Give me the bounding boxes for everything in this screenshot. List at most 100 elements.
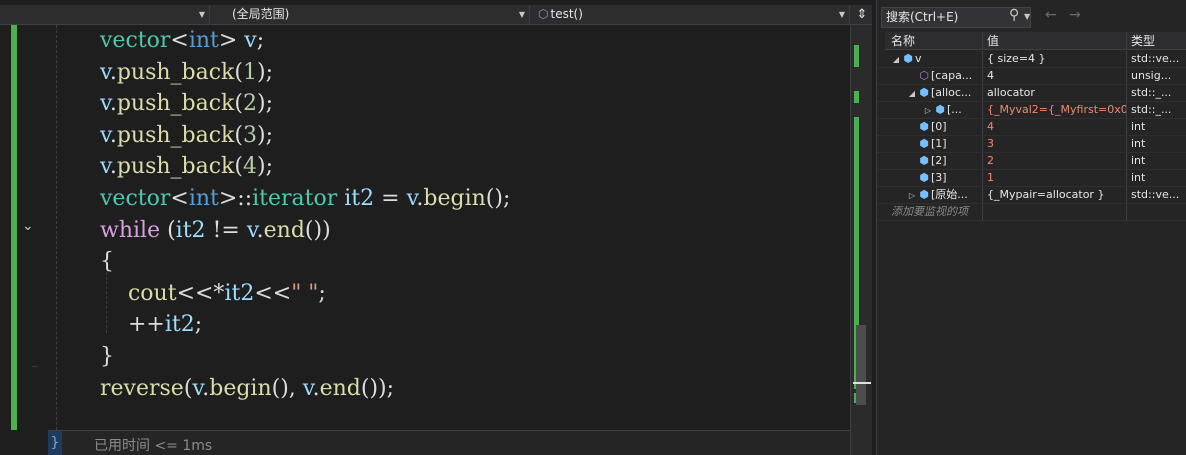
watch-name-cell: ⬡ [capa... (885, 68, 983, 84)
watch-row[interactable]: ⬢ [1] 3 int (877, 136, 1186, 153)
code-token: int (188, 186, 219, 211)
watch-type-cell: std::_... (1131, 103, 1172, 116)
code-line[interactable]: while (it2 != v.end()) (100, 215, 331, 246)
watch-value-cell[interactable]: {_Mypair=allocator } (983, 187, 1127, 203)
object-icon: ⬢ (903, 52, 913, 65)
member-dropdown[interactable]: ⬡ test() ▼ (532, 5, 850, 24)
scope-dropdown[interactable]: (全局范围) ▼ (212, 5, 530, 24)
code-line[interactable]: v.push_back(4); (100, 151, 273, 182)
chevron-down-icon[interactable]: ▼ (1024, 12, 1030, 21)
code-token: ; (256, 28, 265, 53)
indent-guide (56, 25, 57, 430)
code-token: . (109, 122, 117, 148)
code-token: cout (127, 280, 177, 306)
watch-value-cell[interactable]: 1 (983, 170, 1127, 186)
code-line[interactable]: } (100, 341, 114, 372)
code-editor[interactable]: ▼ (全局范围) ▼ ⬡ test() ▼ ⇕ ⌄ vector<int> v; v… (0, 0, 872, 455)
code-token: 2 (242, 91, 257, 117)
code-line[interactable]: { (100, 246, 114, 277)
code-token: . (109, 154, 117, 180)
fold-chevron-icon[interactable]: ⌄ (22, 218, 34, 234)
column-header-value[interactable]: 值 (983, 32, 1127, 50)
watch-value-cell[interactable]: { size=4 } (983, 51, 1127, 67)
code-token: v (100, 154, 110, 180)
object-icon: ⬢ (919, 86, 929, 99)
code-area[interactable]: vector<int> v; v.push_back(1); v.push_back… (56, 25, 850, 430)
code-token: ( (160, 217, 176, 243)
code-token: ; (194, 312, 203, 338)
code-token: v (244, 28, 257, 53)
watch-name-text: [0] (931, 120, 947, 133)
watch-value-cell[interactable]: allocator (983, 85, 1127, 101)
watch-row[interactable]: ⬢ [2] 2 int (877, 153, 1186, 170)
project-dropdown[interactable]: ▼ (0, 5, 210, 24)
watch-value-cell[interactable]: 4 (983, 119, 1127, 135)
column-header-type[interactable]: 类型 (1127, 32, 1186, 50)
code-token: = (374, 186, 407, 211)
watch-row[interactable]: ◢ ⬢ v{ size=4 } std::ve... (877, 51, 1186, 68)
watch-type-cell: int (1131, 171, 1146, 184)
code-line[interactable]: vector<int>::iterator it2 = v.begin(); (100, 183, 510, 214)
watch-row[interactable]: ◢ ⬢ [alloc... allocator std::_... (877, 85, 1186, 102)
editor-scrollbar[interactable] (850, 25, 872, 455)
object-icon: ⬢ (919, 154, 929, 167)
scrollbar-thumb[interactable] (856, 325, 866, 405)
watch-row[interactable]: ⬢ [3] 1 int (877, 170, 1186, 187)
object-icon: ⬢ (935, 103, 945, 116)
split-window-button[interactable]: ⇕ (852, 5, 872, 24)
code-token: . (256, 217, 264, 243)
chevron-down-icon: ▼ (838, 10, 845, 19)
watch-row[interactable]: ▷ ⬢ [原始... {_Mypair=allocator } std::ve... (877, 187, 1186, 204)
collapse-triangle-icon[interactable]: ◢ (907, 86, 917, 101)
code-token: ()); (360, 375, 395, 401)
code-token: ( (234, 122, 243, 148)
chevron-down-icon: ▼ (518, 10, 525, 19)
watch-type-cell: int (1131, 137, 1146, 150)
watch-name-text: v (915, 52, 922, 65)
watch-name-text: [2] (931, 154, 947, 167)
code-line[interactable]: ++it2; (100, 309, 202, 340)
watch-value-cell[interactable]: {_Myval2={_Myfirst=0x0... (983, 102, 1127, 118)
watch-name-text: [原始... (931, 188, 968, 201)
code-line[interactable]: reverse(v.begin(), v.end()); (100, 373, 394, 404)
code-line[interactable]: v.push_back(3); (100, 120, 273, 151)
code-token: while (100, 217, 161, 243)
code-line[interactable]: v.push_back(2); (100, 88, 273, 119)
watch-name-cell: ⬢ [3] (885, 170, 983, 186)
arrow-left-icon[interactable]: ← (1045, 7, 1057, 23)
code-token: ); (256, 154, 273, 180)
code-token: begin (423, 186, 486, 211)
code-line[interactable]: cout<<*it2<<" "; (100, 278, 326, 309)
code-line[interactable]: v.push_back(1); (100, 57, 273, 88)
expand-triangle-icon[interactable]: ▷ (907, 188, 917, 203)
code-token: ( (234, 59, 243, 85)
code-line[interactable]: vector<int> v; (100, 25, 264, 56)
watch-row[interactable]: ▷ ⬢ [... {_Myval2={_Myfirst=0x0... std::_... (877, 102, 1186, 119)
add-watch-input[interactable]: 添加要监视的项 (885, 204, 983, 220)
code-token: end (319, 375, 361, 401)
code-token: ++ (100, 312, 165, 338)
change-tracking-bar (11, 25, 17, 430)
code-token: vector (100, 186, 171, 211)
search-icon[interactable]: ⚲ (1009, 7, 1019, 23)
code-token: < (170, 28, 189, 53)
arrow-right-icon[interactable]: → (1069, 7, 1081, 23)
collapse-triangle-icon[interactable]: ◢ (891, 52, 901, 67)
expand-triangle-icon[interactable]: ▷ (923, 103, 933, 118)
watch-value-cell[interactable]: 3 (983, 136, 1127, 152)
watch-value-cell[interactable]: 4 (983, 68, 1127, 84)
watch-name-cell: ⬢ [2] (885, 153, 983, 169)
watch-row[interactable]: ⬡ [capa... 4 unsig... (877, 68, 1186, 85)
watch-name-cell: ▷ ⬢ [原始... (885, 187, 983, 203)
column-header-name[interactable]: 名称 (885, 32, 983, 50)
code-token: } (100, 344, 114, 369)
watch-name-cell: ◢ ⬢ v (885, 51, 983, 67)
code-token: v (406, 186, 417, 211)
watch-row[interactable]: ⬢ [0] 4 int (877, 119, 1186, 136)
add-watch-row[interactable]: 添加要监视的项 (877, 204, 1186, 221)
add-watch-value-cell (983, 204, 1127, 220)
object-icon: ⬢ (919, 137, 929, 150)
watch-value-cell[interactable]: 2 (983, 153, 1127, 169)
code-token: it2 (175, 217, 206, 243)
